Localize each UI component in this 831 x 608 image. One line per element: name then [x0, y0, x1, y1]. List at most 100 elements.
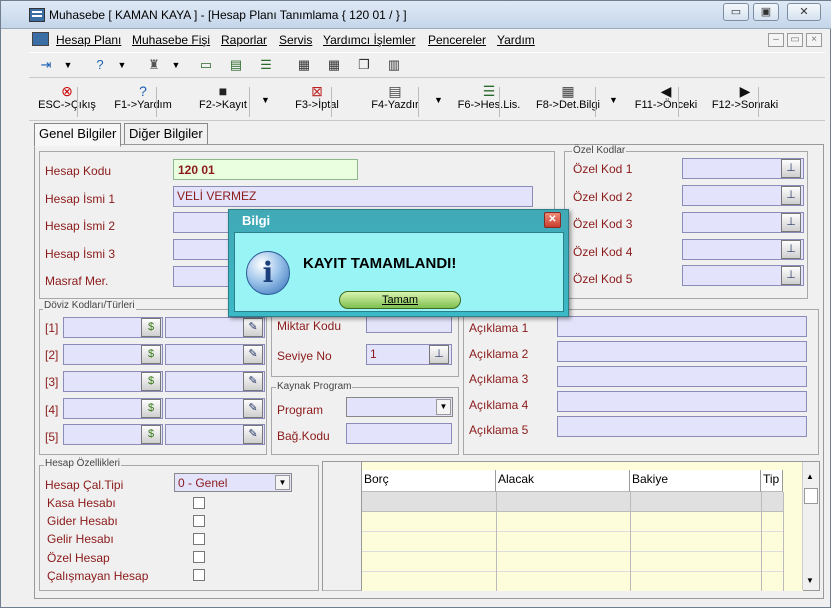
detail-icon: ▦ — [561, 83, 575, 99]
column-divider — [761, 492, 762, 591]
grid-scrollbar[interactable]: ▲ ▼ — [802, 462, 819, 590]
seviye-no-label: Seviye No — [277, 349, 332, 363]
column-header-alacak[interactable]: Alacak — [496, 470, 630, 492]
mdi-close-button[interactable]: × — [806, 33, 822, 47]
edit-icon[interactable]: ✎ — [243, 345, 263, 364]
list-icon[interactable]: ☰ — [257, 57, 275, 73]
hesap-kodu-label: Hesap Kodu — [45, 164, 112, 178]
f4-print-button[interactable]: ▤ F4-Yazdır — [369, 83, 421, 117]
chevron-down-icon[interactable]: ▼ — [275, 475, 290, 490]
document-icon[interactable]: ▤ — [227, 57, 245, 73]
mdi-restore-button[interactable]: ▭ — [787, 33, 803, 47]
money-icon[interactable]: $ — [141, 318, 161, 337]
minimize-button[interactable]: ▭ — [723, 3, 749, 21]
doviz-row5-label: [5] — [45, 430, 59, 444]
column-header-borc[interactable]: Borç — [362, 470, 496, 492]
gelir-hesabi-checkbox[interactable] — [193, 533, 205, 545]
exit-icon[interactable]: ⇥ — [37, 57, 55, 73]
user-icon[interactable]: ♜ — [145, 57, 163, 73]
bag-kodu-field[interactable] — [346, 423, 452, 444]
scroll-thumb[interactable] — [804, 488, 818, 504]
hesap-kodu-field[interactable]: 120 01 — [173, 159, 358, 180]
tab-diger-bilgiler[interactable]: Diğer Bilgiler — [124, 123, 208, 145]
detail-dropdown-icon[interactable]: ▼ — [609, 95, 618, 105]
f3-cancel-button[interactable]: ⊠ F3->İptal — [289, 83, 345, 117]
column-header-tip[interactable]: Tip — [761, 470, 783, 492]
aciklama1-label: Açıklama 1 — [469, 321, 529, 335]
esc-exit-button[interactable]: ⊗ ESC->Çıkış — [37, 83, 97, 117]
menu-servis[interactable]: Servis — [279, 33, 312, 47]
hesap-ismi1-field[interactable]: VELİ VERMEZ — [173, 186, 533, 207]
f11-previous-button[interactable]: ◀ F11->Önceki — [632, 83, 700, 117]
aciklama2-field[interactable] — [557, 341, 807, 362]
f6-account-list-button[interactable]: ☰ F6->Hes.Lis. — [457, 83, 521, 117]
column-header-bakiye[interactable]: Bakiye — [630, 470, 761, 492]
lookup-icon[interactable]: ⊥ — [781, 213, 801, 232]
ozel-kod3-label: Özel Kod 3 — [573, 217, 633, 231]
balance-grid: Borç Alacak Bakiye Tip — [322, 461, 820, 591]
lookup-icon[interactable]: ⊥ — [781, 159, 801, 178]
menu-raporlar[interactable]: Raporlar — [221, 33, 267, 47]
lookup-icon[interactable]: ⊥ — [781, 240, 801, 259]
aciklama3-field[interactable] — [557, 366, 807, 387]
lookup-icon[interactable]: ⊥ — [781, 186, 801, 205]
edit-icon[interactable]: ✎ — [243, 318, 263, 337]
aciklama1-field[interactable] — [557, 316, 807, 337]
close-button[interactable]: ✕ — [787, 3, 821, 21]
copy-icon[interactable]: ❐ — [355, 57, 373, 73]
f12-next-button[interactable]: ▶ F12->Sonraki — [710, 83, 780, 117]
edit-icon[interactable]: ✎ — [243, 372, 263, 391]
dropdown-arrow-icon[interactable]: ▼ — [113, 57, 131, 73]
ozel-kod4-label: Özel Kod 4 — [573, 245, 633, 259]
table-row[interactable] — [362, 512, 783, 532]
lookup-icon[interactable]: ⊥ — [429, 345, 449, 364]
exit-circle-icon: ⊗ — [61, 83, 73, 99]
f8-detail-button[interactable]: ▦ F8->Det.Bilgi — [535, 83, 601, 117]
mdi-minimize-button[interactable]: – — [768, 33, 784, 47]
menu-yardim[interactable]: Yardım — [497, 33, 535, 47]
tab-genel-bilgiler[interactable]: Genel Bilgiler — [34, 123, 122, 147]
menu-yardimci-islemler[interactable]: Yardımcı İşlemler — [323, 33, 415, 47]
f1-help-button[interactable]: ? F1->Yardım — [113, 83, 173, 117]
column-divider — [496, 492, 497, 591]
grid-icon[interactable]: ▦ — [325, 57, 343, 73]
edit-icon[interactable]: ✎ — [243, 425, 263, 444]
info-dialog: Bilgi ✕ i KAYIT TAMAMLANDI! Tamam — [228, 209, 569, 317]
table-row[interactable] — [362, 532, 783, 552]
window-icon[interactable]: ▭ — [197, 57, 215, 73]
kasa-hesabi-label: Kasa Hesabı — [47, 496, 116, 510]
scroll-up-icon[interactable]: ▲ — [806, 472, 814, 481]
menu-hesap-plani[interactable]: Hesap Planı — [56, 33, 121, 47]
table-row[interactable] — [362, 492, 783, 512]
aciklama4-field[interactable] — [557, 391, 807, 412]
chevron-down-icon[interactable]: ▼ — [436, 399, 451, 415]
gider-hesabi-label: Gider Hesabı — [47, 514, 118, 528]
money-icon[interactable]: $ — [141, 425, 161, 444]
kasa-hesabi-checkbox[interactable] — [193, 497, 205, 509]
money-icon[interactable]: $ — [141, 372, 161, 391]
restore-button[interactable]: ▣ — [753, 3, 779, 21]
calismayan-hesap-checkbox[interactable] — [193, 569, 205, 581]
dialog-close-button[interactable]: ✕ — [544, 212, 561, 228]
miktar-kodu-field[interactable] — [366, 315, 452, 333]
menu-muhasebe-fisi[interactable]: Muhasebe Fişi — [132, 33, 210, 47]
dropdown-arrow-icon[interactable]: ▼ — [59, 57, 77, 73]
menu-pencereler[interactable]: Pencereler — [428, 33, 486, 47]
calendar-icon[interactable]: ▦ — [295, 57, 313, 73]
edit-icon[interactable]: ✎ — [243, 399, 263, 418]
table-row[interactable] — [362, 552, 783, 572]
gider-hesabi-checkbox[interactable] — [193, 515, 205, 527]
table-icon[interactable]: ▥ — [385, 57, 403, 73]
money-icon[interactable]: $ — [141, 345, 161, 364]
help-icon[interactable]: ? — [91, 57, 109, 73]
lookup-icon[interactable]: ⊥ — [781, 266, 801, 285]
save-dropdown-icon[interactable]: ▼ — [261, 95, 270, 105]
ok-button[interactable]: Tamam — [339, 291, 461, 309]
f2-save-button[interactable]: ■ F2->Kayıt — [195, 83, 251, 117]
aciklama5-field[interactable] — [557, 416, 807, 437]
dropdown-arrow-icon[interactable]: ▼ — [167, 57, 185, 73]
print-dropdown-icon[interactable]: ▼ — [434, 95, 443, 105]
money-icon[interactable]: $ — [141, 399, 161, 418]
ozel-hesap-checkbox[interactable] — [193, 551, 205, 563]
scroll-down-icon[interactable]: ▼ — [806, 576, 814, 585]
